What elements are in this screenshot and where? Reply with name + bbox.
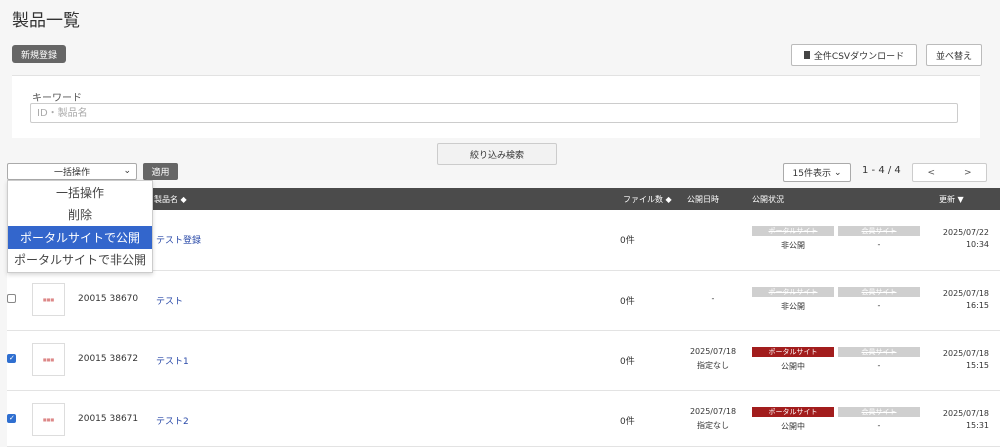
product-id: 20015 38670 xyxy=(78,294,139,304)
bulk-option-publish-portal[interactable]: ポータルサイトで公開 xyxy=(8,226,152,249)
narrow-search-button[interactable]: 絞り込み検索 xyxy=(437,143,557,165)
updated-date: 2025/07/18 xyxy=(942,289,989,298)
member-tag: 会員サイト xyxy=(838,226,920,236)
keyword-input[interactable] xyxy=(30,103,958,123)
per-page-value: 15件表示 xyxy=(792,169,831,179)
per-page-select[interactable]: 15件表示 ⌄ xyxy=(783,163,851,182)
product-thumbnail: ■■■ xyxy=(32,403,65,436)
file-count: 0件 xyxy=(620,297,635,307)
pager: < > xyxy=(912,163,987,182)
updated-at: 2025/07/22 10:34 xyxy=(933,227,989,251)
header-pub-date: 公開日時 xyxy=(687,195,719,204)
apply-button[interactable]: 適用 xyxy=(143,163,178,180)
updated-at: 2025/07/18 15:31 xyxy=(933,408,989,432)
page-title: 製品一覧 xyxy=(12,11,80,31)
publish-date-value: 2025/07/18 xyxy=(689,347,737,356)
portal-state: 公開中 xyxy=(781,422,805,431)
product-thumbnail: ■■■ xyxy=(32,283,65,316)
table-header: 製品名 ◆ ファイル数 ◆ 公開日時 公開状況 更新 ▼ xyxy=(7,188,1000,210)
row-checkbox[interactable] xyxy=(7,414,16,423)
table-row: ■■■ 20015 38672 テスト1 0件 2025/07/18 指定なし … xyxy=(7,331,1000,391)
publish-date-note: 指定なし xyxy=(697,421,729,430)
csv-download-button[interactable]: 全件CSVダウンロード xyxy=(791,44,917,66)
member-state: - xyxy=(877,240,881,249)
updated-time: 16:15 xyxy=(965,301,989,310)
next-page-button[interactable]: > xyxy=(950,164,987,181)
updated-time: 15:31 xyxy=(965,421,989,430)
file-count: 0件 xyxy=(620,357,635,367)
page-count: 1 - 4 / 4 xyxy=(862,165,901,176)
product-id: 20015 38672 xyxy=(78,354,139,364)
portal-tag: ポータルサイト xyxy=(752,347,834,357)
csv-download-label: 全件CSVダウンロード xyxy=(813,51,905,62)
updated-date: 2025/07/18 xyxy=(942,349,989,358)
portal-state: 非公開 xyxy=(781,302,805,311)
table-row: ■■■ 20015 38670 テスト 0件 - ポータルサイト 会員サイト 非… xyxy=(7,271,1000,331)
new-product-button[interactable]: 新規登録 xyxy=(12,45,66,63)
bulk-action-value: 一括操作 xyxy=(53,168,90,178)
portal-tag: ポータルサイト xyxy=(752,287,834,297)
portal-tag: ポータルサイト xyxy=(752,407,834,417)
chevron-down-icon: ⌄ xyxy=(833,167,842,178)
updated-date: 2025/07/22 xyxy=(942,228,989,237)
document-icon xyxy=(803,51,810,59)
product-name-link[interactable]: テスト2 xyxy=(156,414,189,427)
header-files[interactable]: ファイル数 ◆ xyxy=(623,194,672,205)
updated-time: 15:15 xyxy=(965,361,989,370)
updated-date: 2025/07/18 xyxy=(942,409,989,418)
publish-date: 2025/07/18 指定なし xyxy=(683,345,743,373)
member-state: - xyxy=(877,361,881,370)
updated-time: 10:34 xyxy=(965,240,989,249)
member-tag: 会員サイト xyxy=(838,407,920,417)
header-updated[interactable]: 更新 ▼ xyxy=(939,194,964,205)
portal-state: 非公開 xyxy=(781,241,805,250)
publish-date-note: 指定なし xyxy=(697,361,729,370)
bulk-option-unpublish-portal[interactable]: ポータルサイトで非公開 xyxy=(8,249,152,272)
header-pub-status: 公開状況 xyxy=(752,195,784,204)
row-checkbox[interactable] xyxy=(7,354,16,363)
updated-at: 2025/07/18 15:15 xyxy=(933,348,989,372)
table-row: テスト登録 0件 ポータルサイト 会員サイト 非公開 - 2025/07/22 … xyxy=(7,210,1000,271)
member-tag: 会員サイト xyxy=(838,287,920,297)
portal-tag: ポータルサイト xyxy=(752,226,834,236)
product-name-link[interactable]: テスト1 xyxy=(156,354,189,367)
prev-page-button[interactable]: < xyxy=(913,164,950,181)
member-tag: 会員サイト xyxy=(838,347,920,357)
bulk-option[interactable]: 一括操作 xyxy=(8,181,152,204)
product-id: 20015 38671 xyxy=(78,414,139,424)
product-thumbnail: ■■■ xyxy=(32,343,65,376)
publish-date: - xyxy=(683,292,743,306)
publish-date: 2025/07/18 指定なし xyxy=(683,405,743,433)
product-name-link[interactable]: テスト xyxy=(156,294,183,307)
chevron-down-icon: ⌄ xyxy=(123,166,131,176)
table-row: ■■■ 20015 38671 テスト2 0件 2025/07/18 指定なし … xyxy=(7,391,1000,447)
row-checkbox[interactable] xyxy=(7,294,16,303)
sort-button[interactable]: 並べ替え xyxy=(926,44,982,66)
member-state: - xyxy=(877,421,881,430)
bulk-action-dropdown: 一括操作 削除 ポータルサイトで公開 ポータルサイトで非公開 xyxy=(7,180,153,273)
portal-state: 公開中 xyxy=(781,362,805,371)
member-state: - xyxy=(877,301,881,310)
filter-panel: キーワード xyxy=(12,75,980,138)
keyword-label: キーワード xyxy=(32,93,82,104)
file-count: 0件 xyxy=(620,417,635,427)
header-name[interactable]: 製品名 ◆ xyxy=(154,194,187,205)
updated-at: 2025/07/18 16:15 xyxy=(933,288,989,312)
bulk-action-select[interactable]: 一括操作 ⌄ xyxy=(7,163,137,180)
publish-date-value: 2025/07/18 xyxy=(689,407,737,416)
publish-date-value: - xyxy=(711,294,715,303)
file-count: 0件 xyxy=(620,236,635,246)
product-name-link[interactable]: テスト登録 xyxy=(156,233,201,246)
bulk-option-delete[interactable]: 削除 xyxy=(8,204,152,227)
